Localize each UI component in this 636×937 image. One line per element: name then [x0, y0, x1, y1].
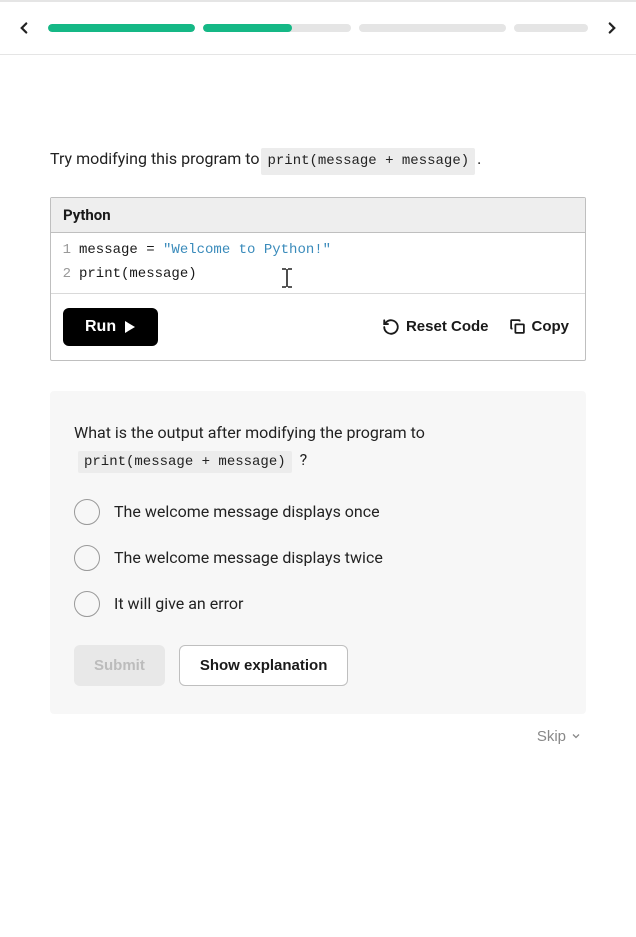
play-icon — [124, 321, 136, 333]
line-num: 2 — [51, 263, 71, 287]
line-num: 1 — [51, 239, 71, 263]
skip-label: Skip — [537, 728, 566, 745]
instruction-suffix: . — [477, 147, 481, 171]
instruction: Try modifying this program to print(mess… — [50, 147, 586, 175]
instruction-prefix: Try modifying this program to — [50, 147, 259, 171]
quiz-option[interactable]: The welcome message displays once — [74, 499, 562, 525]
option-label: It will give an error — [114, 594, 243, 613]
submit-button: Submit — [74, 645, 165, 686]
option-label: The welcome message displays twice — [114, 548, 383, 567]
copy-icon — [509, 318, 526, 335]
code-actions: Run Reset Code Copy — [51, 294, 585, 360]
progress-seg-4 — [514, 24, 588, 32]
code-lines: message = "Welcome to Python!"print(mess… — [79, 239, 585, 287]
quiz-option[interactable]: The welcome message displays twice — [74, 545, 562, 571]
instruction-code: print(message + message) — [261, 148, 475, 175]
progress-track — [48, 24, 588, 32]
progress-seg-2 — [203, 24, 350, 32]
reset-label: Reset Code — [406, 318, 489, 335]
option-label: The welcome message displays once — [114, 502, 380, 521]
run-button[interactable]: Run — [63, 308, 158, 346]
chevron-left-icon[interactable] — [12, 16, 36, 40]
reset-button[interactable]: Reset Code — [378, 314, 493, 340]
progress-seg-1 — [48, 24, 195, 32]
quiz-panel: What is the output after modifying the p… — [50, 391, 586, 714]
question-suffix: ? — [300, 450, 308, 469]
copy-label: Copy — [532, 318, 570, 335]
skip-row: Skip — [50, 714, 586, 745]
quiz-actions: Submit Show explanation — [74, 645, 562, 686]
quiz-options: The welcome message displays once The we… — [74, 499, 562, 617]
code-language-label: Python — [51, 198, 585, 233]
chevron-down-icon — [570, 730, 582, 742]
code-line: print(message) — [79, 263, 585, 287]
skip-button[interactable]: Skip — [537, 728, 582, 745]
radio-icon — [74, 499, 100, 525]
quiz-option[interactable]: It will give an error — [74, 591, 562, 617]
quiz-question: What is the output after modifying the p… — [74, 419, 562, 475]
question-prefix: What is the output after modifying the p… — [74, 423, 425, 442]
run-label: Run — [85, 318, 116, 336]
nav-bar — [0, 2, 636, 55]
question-code: print(message + message) — [78, 451, 292, 473]
radio-icon — [74, 545, 100, 571]
code-line: message = "Welcome to Python!" — [79, 239, 585, 263]
code-editor[interactable]: 1 2 message = "Welcome to Python!"print(… — [51, 233, 585, 294]
line-gutter: 1 2 — [51, 239, 79, 287]
reset-icon — [382, 318, 400, 336]
radio-icon — [74, 591, 100, 617]
progress-seg-3 — [359, 24, 506, 32]
text-cursor-icon — [279, 267, 295, 299]
code-panel: Python 1 2 message = "Welcome to Python!… — [50, 197, 586, 361]
content: Try modifying this program to print(mess… — [0, 147, 636, 745]
chevron-right-icon[interactable] — [600, 16, 624, 40]
show-explanation-button[interactable]: Show explanation — [179, 645, 349, 686]
copy-button[interactable]: Copy — [505, 314, 574, 339]
